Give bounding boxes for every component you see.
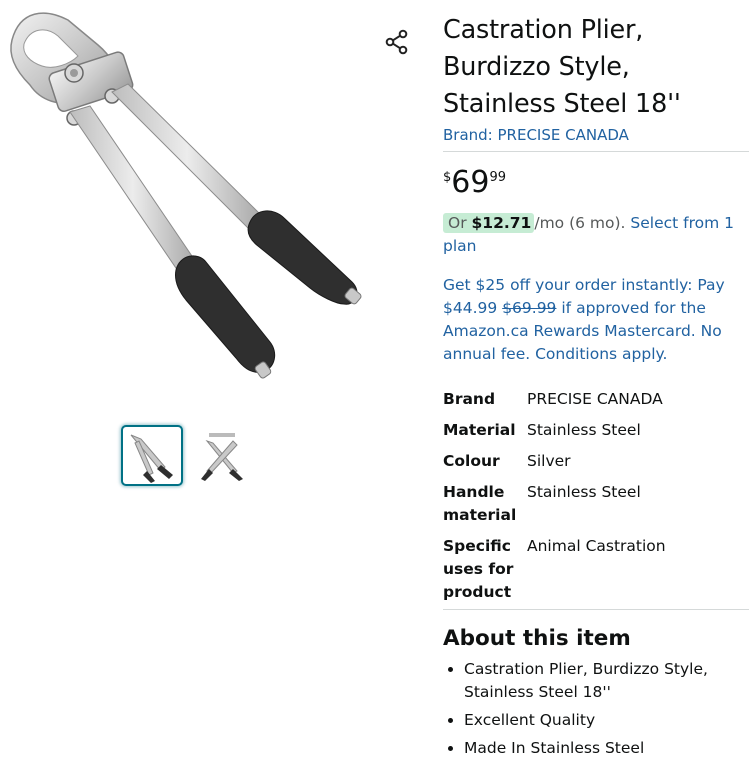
card-offer[interactable]: Get $25 off your order instantly: Pay $4… <box>443 274 743 366</box>
spec-row: Colour Silver <box>443 450 749 473</box>
thumbnail-2[interactable] <box>191 425 253 486</box>
installment-amount: $12.71 <box>471 214 532 232</box>
about-bullets: Castration Plier, Burdizzo Style, Stainl… <box>443 658 756 765</box>
spec-value: Stainless Steel <box>527 421 641 439</box>
divider <box>443 151 749 152</box>
spec-row: Handle material Stainless Steel <box>443 481 749 527</box>
about-bullet: Excellent Quality <box>464 709 756 732</box>
about-bullet: Made In Stainless Steel <box>464 737 756 760</box>
share-button[interactable] <box>382 27 412 57</box>
offer-lead: Get $25 off your order instantly: Pay <box>443 276 725 294</box>
product-info: Castration Plier, Burdizzo Style, Stainl… <box>443 12 749 152</box>
installment-plan: Or $12.71/mo (6 mo). Select from 1 plan <box>443 212 743 258</box>
installment-badge: Or $12.71 <box>443 213 535 233</box>
spec-row: Brand PRECISE CANADA <box>443 388 749 411</box>
installment-term: /mo (6 mo). <box>534 214 626 232</box>
installment-prefix: Or <box>448 214 467 232</box>
price-whole: 69 <box>451 165 490 200</box>
brand-link[interactable]: Brand: PRECISE CANADA <box>443 125 749 145</box>
spec-value: Animal Castration <box>527 537 666 555</box>
spec-table: Brand PRECISE CANADA Material Stainless … <box>443 388 749 612</box>
thumbnail-image <box>201 432 243 481</box>
product-title: Castration Plier, Burdizzo Style, Stainl… <box>443 15 681 119</box>
about-bullet: Castration Plier, Burdizzo Style, Stainl… <box>464 658 756 704</box>
spec-row: Material Stainless Steel <box>443 419 749 442</box>
price: $ 69 99 <box>443 166 506 200</box>
thumbnail-1[interactable] <box>121 425 183 486</box>
spec-value: Silver <box>527 452 571 470</box>
about-title: About this item <box>443 626 631 651</box>
spec-value: Stainless Steel <box>527 483 641 501</box>
spec-row: Specific uses for product Animal Castrat… <box>443 535 749 604</box>
offer-old-price: $69.99 <box>502 299 557 317</box>
main-product-image[interactable] <box>0 0 380 395</box>
spec-key: Colour <box>443 452 500 470</box>
price-fraction: 99 <box>489 170 507 185</box>
offer-new-price: $44.99 <box>443 299 498 317</box>
price-currency: $ <box>443 170 452 185</box>
spec-key: Brand <box>443 390 496 408</box>
spec-value: PRECISE CANADA <box>527 390 663 408</box>
spec-key: Material <box>443 421 516 439</box>
divider <box>443 609 749 610</box>
share-icon <box>385 29 408 55</box>
thumbnail-image <box>130 434 173 483</box>
thumbnail-strip <box>121 425 253 486</box>
spec-key: Specific uses for product <box>443 537 514 601</box>
spec-key: Handle material <box>443 483 517 524</box>
